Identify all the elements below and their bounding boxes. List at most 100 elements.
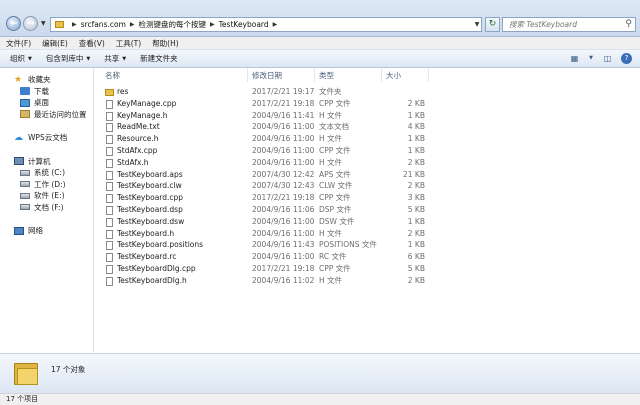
nav-item-drive-d[interactable]: 工作 (D:) xyxy=(0,179,93,191)
file-size: 21 KB xyxy=(403,169,425,179)
file-date: 2004/9/16 11:00 xyxy=(252,122,315,132)
forward-button[interactable]: → xyxy=(23,16,38,31)
file-type: CPP 文件 xyxy=(319,263,351,273)
nav-item-desktop[interactable]: 桌面 xyxy=(0,97,93,109)
column-header-type[interactable]: 类型 xyxy=(319,70,334,81)
nav-label: 工作 (D:) xyxy=(34,179,66,189)
search-input[interactable] xyxy=(503,18,621,31)
share-button[interactable]: 共享 ▼ xyxy=(104,53,126,64)
nav-item-recent[interactable]: 最近访问的位置 xyxy=(0,109,93,121)
column-divider[interactable] xyxy=(314,68,315,82)
recent-pages-dropdown-icon[interactable]: ▼ xyxy=(41,20,46,27)
chevron-right-icon[interactable]: ▶ xyxy=(273,21,278,28)
back-button[interactable]: ← xyxy=(6,16,21,31)
file-size: 2 KB xyxy=(407,228,425,238)
breadcrumb-srcfans[interactable]: srcfans.com xyxy=(81,20,126,29)
file-size: 2 KB xyxy=(407,181,425,191)
breadcrumb-testkeyboard[interactable]: TestKeyboard xyxy=(219,20,269,29)
file-icon xyxy=(106,158,113,168)
file-row[interactable]: ReadMe.txt 2004/9/16 11:00 文本文档 4 KB xyxy=(95,121,640,133)
search-icon[interactable]: ⚲ xyxy=(625,19,632,29)
column-header-name[interactable]: 名称 xyxy=(105,70,120,81)
help-icon[interactable]: ? xyxy=(621,53,632,64)
menu-edit[interactable]: 编辑(E) xyxy=(42,38,68,49)
file-name: TestKeyboard.positions xyxy=(117,240,204,250)
file-row[interactable]: StdAfx.h 2004/9/16 11:00 H 文件 2 KB xyxy=(95,157,640,169)
drive-icon xyxy=(20,181,30,188)
status-item-count: 17 个项目 xyxy=(6,395,39,403)
file-icon xyxy=(106,276,113,286)
file-row[interactable]: KeyManage.cpp 2017/2/21 19:18 CPP 文件 2 KB xyxy=(95,98,640,110)
chevron-right-icon[interactable]: ▶ xyxy=(130,21,135,28)
file-row[interactable]: TestKeyboard.dsp 2004/9/16 11:06 DSP 文件 5 K… xyxy=(95,204,640,216)
search-box[interactable]: ⚲ xyxy=(502,17,636,32)
file-row[interactable]: res 2017/2/21 19:17 文件夹 xyxy=(95,86,640,98)
address-box[interactable]: ▶ srcfans.com ▶ 检测键盘的每个按键 ▶ TestKeyboard… xyxy=(50,17,482,32)
file-row[interactable]: TestKeyboard.positions 2004/9/16 11:43 POS… xyxy=(95,239,640,251)
menu-tools[interactable]: 工具(T) xyxy=(116,38,141,49)
nav-item-favorites[interactable]: ★ 收藏夹 xyxy=(0,74,93,86)
refresh-button[interactable]: ↻ xyxy=(485,17,500,32)
new-folder-button[interactable]: 新建文件夹 xyxy=(140,53,178,64)
file-date: 2004/9/16 11:00 xyxy=(252,228,315,238)
drive-icon xyxy=(20,204,30,211)
drive-icon xyxy=(20,192,30,199)
file-icon xyxy=(106,111,113,121)
file-row[interactable]: TestKeyboard.rc 2004/9/16 11:00 RC 文件 6 KB xyxy=(95,251,640,263)
file-date: 2004/9/16 11:00 xyxy=(252,157,315,167)
file-row[interactable]: TestKeyboard.aps 2007/4/30 12:42 APS 文件 21 … xyxy=(95,169,640,181)
column-divider[interactable] xyxy=(428,68,429,82)
address-dropdown-icon[interactable]: ▼ xyxy=(472,17,482,32)
organize-button[interactable]: 组织 ▼ xyxy=(10,53,32,64)
file-date: 2017/2/21 19:17 xyxy=(252,87,315,96)
file-row[interactable]: TestKeyboard.dsw 2004/9/16 11:00 DSW 文件 1 K… xyxy=(95,216,640,228)
file-type: POSITIONS 文件 xyxy=(319,240,377,250)
nav-item-drive-e[interactable]: 软件 (E:) xyxy=(0,190,93,202)
file-row[interactable]: StdAfx.cpp 2004/9/16 11:00 CPP 文件 1 KB xyxy=(95,145,640,157)
file-row[interactable]: Resource.h 2004/9/16 11:00 H 文件 1 KB xyxy=(95,133,640,145)
organize-label: 组织 xyxy=(10,54,25,63)
menu-file[interactable]: 文件(F) xyxy=(6,38,31,49)
file-row[interactable]: TestKeyboardDlg.h 2004/9/16 11:02 H 文件 2 KB xyxy=(95,275,640,287)
file-name: TestKeyboard.dsw xyxy=(117,216,185,226)
file-type: CPP 文件 xyxy=(319,98,351,108)
file-rows: res 2017/2/21 19:17 文件夹 KeyManage.cpp 2017/2… xyxy=(95,86,640,287)
folder-icon xyxy=(14,363,38,385)
nav-item-wps-cloud[interactable]: ☁ WPS云文档 xyxy=(0,132,93,144)
file-icon xyxy=(106,194,113,204)
file-name: Resource.h xyxy=(117,134,159,144)
chevron-right-icon[interactable]: ▶ xyxy=(72,21,77,28)
include-in-library-button[interactable]: 包含到库中 ▼ xyxy=(46,53,90,64)
file-row[interactable]: KeyManage.h 2004/9/16 11:41 H 文件 1 KB xyxy=(95,110,640,122)
download-folder-icon xyxy=(20,87,30,96)
chevron-right-icon[interactable]: ▶ xyxy=(210,21,215,28)
column-divider[interactable] xyxy=(381,68,382,82)
menu-bar: 文件(F) 编辑(E) 查看(V) 工具(T) 帮助(H) xyxy=(0,37,640,50)
file-row[interactable]: TestKeyboard.clw 2007/4/30 12:43 CLW 文件 2 K… xyxy=(95,180,640,192)
nav-item-drive-c[interactable]: 系统 (C:) xyxy=(0,167,93,179)
forward-arrow-icon: → xyxy=(27,19,35,29)
menu-view[interactable]: 查看(V) xyxy=(79,38,105,49)
chevron-down-icon[interactable]: ▼ xyxy=(588,53,594,64)
nav-item-network[interactable]: 网络 xyxy=(0,225,93,237)
preview-pane-icon[interactable]: ◫ xyxy=(602,53,613,64)
view-options-icon[interactable]: ▦ xyxy=(569,53,580,64)
menu-help[interactable]: 帮助(H) xyxy=(152,38,179,49)
column-header-date[interactable]: 修改日期 xyxy=(252,70,282,81)
nav-item-drive-f[interactable]: 文档 (F:) xyxy=(0,202,93,214)
column-header-size[interactable]: 大小 xyxy=(386,70,401,81)
file-size: 3 KB xyxy=(407,193,425,203)
nav-item-downloads[interactable]: 下载 xyxy=(0,86,93,98)
file-type: H 文件 xyxy=(319,134,343,144)
file-row[interactable]: TestKeyboard.h 2004/9/16 11:00 H 文件 2 KB xyxy=(95,228,640,240)
breadcrumb-keyboard-test[interactable]: 检测键盘的每个按键 xyxy=(139,19,207,30)
file-row[interactable]: TestKeyboardDlg.cpp 2017/2/21 19:18 CPP 文件… xyxy=(95,263,640,275)
details-pane: 17 个对象 xyxy=(0,353,640,393)
column-divider[interactable] xyxy=(247,68,248,82)
file-type: DSW 文件 xyxy=(319,216,355,226)
file-name: KeyManage.h xyxy=(117,110,168,120)
file-date: 2004/9/16 11:00 xyxy=(252,252,315,262)
nav-item-computer[interactable]: 计算机 xyxy=(0,156,93,168)
file-row[interactable]: TestKeyboard.cpp 2017/2/21 19:18 CPP 文件 3 K… xyxy=(95,192,640,204)
file-type: 文本文档 xyxy=(319,122,349,132)
